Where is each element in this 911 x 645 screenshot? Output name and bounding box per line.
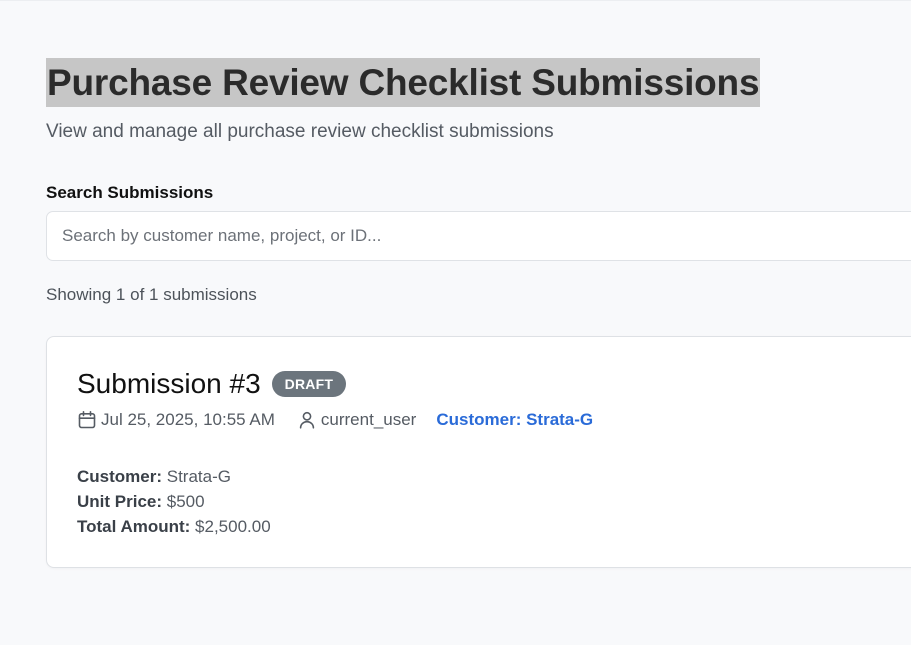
detail-row-total-amount: Total Amount: $2,500.00 xyxy=(77,514,271,539)
submission-user: current_user xyxy=(297,409,416,431)
submission-card[interactable]: Submission #3 DRAFT Jul 25, 2025, 10:55 … xyxy=(46,336,911,568)
detail-value: Strata-G xyxy=(166,467,231,486)
submission-title: Submission #3 xyxy=(77,368,261,399)
detail-value: $2,500.00 xyxy=(195,517,271,536)
page-title: Purchase Review Checklist Submissions xyxy=(46,58,761,107)
customer-link[interactable]: Customer: Strata-G xyxy=(436,409,593,431)
page-subtitle: View and manage all purchase review chec… xyxy=(46,121,554,142)
user-icon xyxy=(297,410,317,430)
submission-date-text: Jul 25, 2025, 10:55 AM xyxy=(101,410,275,429)
detail-row-customer: Customer: Strata-G xyxy=(77,464,271,489)
submission-meta: Jul 25, 2025, 10:55 AM current_user Cust… xyxy=(77,409,593,431)
detail-key: Customer: xyxy=(77,467,163,486)
detail-key: Total Amount: xyxy=(77,517,191,536)
submission-user-text: current_user xyxy=(320,410,417,429)
calendar-icon xyxy=(77,410,97,430)
page: Purchase Review Checklist Submissions Vi… xyxy=(0,0,911,645)
submission-header: Submission #3 DRAFT xyxy=(77,367,347,401)
detail-key: Unit Price: xyxy=(77,492,163,511)
search-input[interactable] xyxy=(46,211,911,261)
results-count: Showing 1 of 1 submissions xyxy=(46,285,257,304)
status-badge: DRAFT xyxy=(271,371,347,397)
submission-date: Jul 25, 2025, 10:55 AM xyxy=(77,409,275,431)
page-header: Purchase Review Checklist Submissions xyxy=(46,58,761,107)
detail-value: $500 xyxy=(166,492,205,511)
detail-row-unit-price: Unit Price: $500 xyxy=(77,489,271,514)
submission-details: Customer: Strata-G Unit Price: $500 Tota… xyxy=(77,464,271,539)
search-label: Search Submissions xyxy=(46,183,214,202)
